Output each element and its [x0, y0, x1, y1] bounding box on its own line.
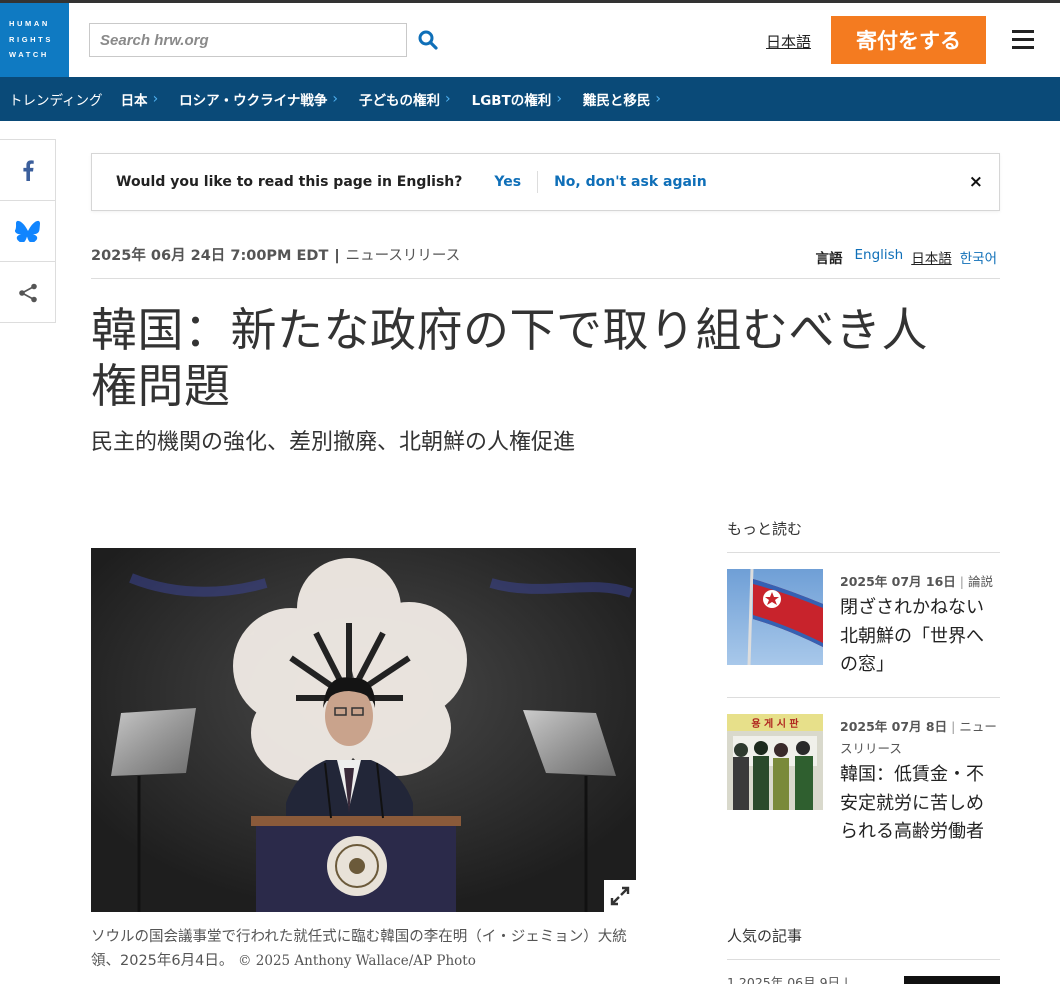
chevron-right-icon: ›: [655, 91, 662, 107]
bluesky-share-button[interactable]: [0, 201, 55, 262]
translate-yes-button[interactable]: Yes: [494, 171, 539, 193]
bluesky-icon: [14, 220, 40, 242]
translate-no-button[interactable]: No, don't ask again: [554, 174, 707, 190]
related-article-card[interactable]: 2025年 07月 16日 | 論説 閉ざされかねない北朝鮮の「世界への窓」: [727, 569, 1000, 679]
language-switcher: 言語 English 日本語 한국어: [815, 247, 997, 267]
article-date: 2025年 06月 24日 7:00PM EDT: [91, 248, 329, 264]
trending-item-japan[interactable]: 日本 ›: [121, 89, 159, 109]
trending-item-russia-ukraine[interactable]: ロシア・ウクライナ戦争 ›: [179, 89, 338, 109]
page-subtitle: 民主的機関の強化、差別撤廃、北朝鮮の人権促進: [91, 430, 576, 455]
popular-article-meta: 1 2025年 06月 9日 |: [727, 975, 849, 984]
chevron-right-icon: ›: [445, 91, 451, 107]
trending-bar: トレンディング 日本 › ロシア・ウクライナ戦争 › 子どもの権利 › LGBTの権利…: [0, 77, 1060, 121]
translate-question: Would you like to read this page in Engl…: [116, 174, 463, 190]
related-article-thumbnail[interactable]: 용 게 시 판: [727, 714, 823, 810]
divider: [727, 959, 1000, 960]
search-icon[interactable]: [416, 28, 440, 52]
trending-item-refugees[interactable]: 難民と移民 ›: [583, 89, 661, 109]
image-caption: ソウルの国会議事堂で行われた就任式に臨む韓国の李在明（イ・ジェミョン）大統領、2…: [91, 925, 636, 973]
share-bar: [0, 139, 56, 323]
chevron-right-icon: ›: [556, 91, 562, 107]
trending-item-children[interactable]: 子どもの権利 ›: [359, 89, 451, 109]
article-type: ニュースリリース: [345, 248, 461, 264]
language-link-japanese[interactable]: 日本語: [766, 31, 811, 52]
share-icon: [18, 283, 37, 302]
page-title: 韓国：新たな政府の下で取り組むべき人 権問題: [91, 303, 928, 413]
popular-heading: 人気の記事: [727, 927, 803, 945]
chevron-right-icon: ›: [332, 91, 339, 107]
divider: [727, 552, 1000, 553]
language-english[interactable]: English: [854, 247, 903, 267]
chevron-right-icon: ›: [152, 91, 159, 107]
language-korean[interactable]: 한국어: [960, 247, 997, 267]
hrw-logo[interactable]: HUMAN RIGHTS WATCH: [0, 3, 69, 77]
related-article-thumbnail[interactable]: [727, 569, 823, 665]
meta-separator: |: [334, 248, 340, 264]
more-heading: もっと読む: [727, 520, 803, 538]
divider: [91, 278, 1000, 279]
trending-label: トレンディング: [9, 93, 103, 109]
hero-image: [91, 548, 636, 912]
related-article-meta: 2025年 07月 8日 | ニュースリリース: [840, 719, 997, 756]
expand-icon[interactable]: [604, 880, 636, 912]
close-icon[interactable]: ×: [969, 172, 983, 192]
related-article-title[interactable]: 韓国：低賃金・不安定就労に苦しめられる高齢労働者: [840, 761, 1000, 847]
divider: [727, 697, 1000, 698]
search-field[interactable]: [89, 23, 407, 57]
languages-label: 言語: [815, 251, 843, 267]
caption-credit: © 2025 Anthony Wallace/AP Photo: [237, 953, 476, 969]
generic-share-button[interactable]: [0, 262, 55, 323]
translate-banner: Would you like to read this page in Engl…: [91, 153, 1000, 211]
trending-item-lgbt[interactable]: LGBTの権利 ›: [472, 89, 562, 109]
search-input[interactable]: [90, 24, 406, 56]
donate-button[interactable]: 寄付をする: [831, 16, 986, 64]
facebook-icon: [22, 160, 34, 181]
menu-icon[interactable]: [1012, 30, 1034, 50]
article-meta: 2025年 06月 24日 7:00PM EDT | ニュースリリース: [91, 244, 460, 265]
site-header: HUMAN RIGHTS WATCH 日本語 寄付をする: [0, 3, 1060, 77]
related-article-card[interactable]: 용 게 시 판 2025年 07月 8日 | ニュースリリース 韓国：低賃金・不安定…: [727, 714, 1000, 854]
related-article-meta: 2025年 07月 16日 | 論説: [840, 574, 994, 589]
related-article-title[interactable]: 閉ざされかねない北朝鮮の「世界への窓」: [840, 594, 1000, 680]
thumbnail-sign-text: 용 게 시 판: [751, 717, 799, 730]
facebook-share-button[interactable]: [0, 140, 55, 201]
popular-article-thumbnail[interactable]: [904, 976, 1000, 984]
language-japanese[interactable]: 日本語: [911, 247, 952, 267]
